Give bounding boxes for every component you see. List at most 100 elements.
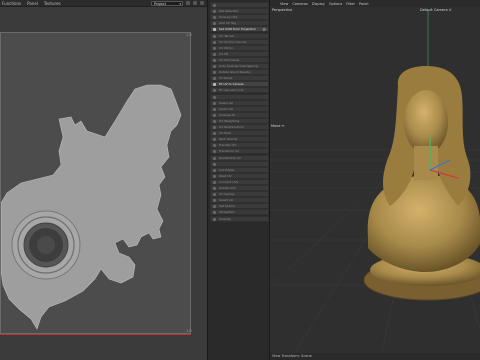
command-label: Transfer UV <box>219 143 237 148</box>
uv-menu-functions[interactable]: Functions <box>2 1 21 6</box>
command-list-item[interactable]: Randomize UV <box>210 154 269 161</box>
command-list-item[interactable]: Unwrap <box>210 215 269 222</box>
uv-mode-select[interactable]: Project ▾ <box>151 1 183 6</box>
command-label: Select All <box>219 100 233 105</box>
command-list-item[interactable]: UV Terrain <box>210 32 269 39</box>
uv-core-center <box>37 236 55 254</box>
command-label: Set UVW from Projection <box>219 27 256 32</box>
command-icon <box>213 46 216 50</box>
command-list-item[interactable] <box>210 93 269 100</box>
command-list-item[interactable]: Unwrap UVs <box>210 14 269 21</box>
command-icon <box>213 193 216 197</box>
vp-menu-display[interactable]: Display <box>312 2 325 6</box>
command-icon <box>213 16 216 20</box>
command-list-item[interactable]: UV Mirror <box>210 44 269 51</box>
viewport[interactable]: View Cameras Display Options Filter Pane… <box>270 0 480 360</box>
command-icon <box>213 156 216 160</box>
bust-face <box>404 90 448 154</box>
command-icon <box>213 150 216 154</box>
command-icon <box>213 107 216 111</box>
command-list-item[interactable]: Transform UV <box>210 148 269 155</box>
command-label: Connect UVs <box>219 179 239 184</box>
command-list-item[interactable] <box>210 2 269 8</box>
command-label: Pack Islands <box>219 137 238 142</box>
uv-menu-panel[interactable]: Panel <box>27 1 38 6</box>
command-list-item[interactable]: Cut Edges <box>210 166 269 173</box>
command-list-item[interactable]: Weld UV <box>210 172 269 179</box>
command-label: Add UV Tag <box>219 21 237 26</box>
command-label: Transform UV <box>219 149 240 154</box>
command-label: Isolate UVs <box>219 186 236 190</box>
command-label: UV Relax <box>219 76 233 81</box>
command-icon <box>213 119 216 123</box>
camera-label[interactable]: Default Camera ⊙ <box>420 8 452 12</box>
uv-canvas[interactable] <box>0 32 191 334</box>
command-list-item[interactable]: Connect UVs <box>210 178 269 185</box>
command-label: UV Re-Transform <box>219 125 244 129</box>
command-icon <box>213 144 216 148</box>
bust-neck <box>414 146 438 180</box>
command-list-item[interactable]: UV Pack <box>210 130 269 137</box>
command-list-item[interactable]: UV Re-Transform <box>210 124 269 130</box>
command-list-item[interactable]: Select All <box>210 99 269 106</box>
command-list-item[interactable]: UV Fill <box>210 50 269 57</box>
command-list-item[interactable]: Invert UV <box>210 105 269 112</box>
command-list-item[interactable]: Unwrap All <box>210 111 269 118</box>
command-list-item[interactable]: UV Weighting <box>210 117 269 124</box>
command-label: UV Normalize <box>219 57 240 62</box>
command-icon <box>213 89 216 93</box>
command-icon <box>213 199 216 203</box>
command-icon <box>213 101 216 105</box>
command-label: Randomize UV <box>219 155 241 160</box>
command-list-item[interactable]: Pack Islands <box>210 136 269 143</box>
viewport-name: Perspective <box>272 8 293 12</box>
command-icon <box>213 132 216 136</box>
command-label: Set Selected <box>219 9 238 14</box>
grid-icon[interactable] <box>193 1 197 5</box>
command-label: Fit Canvas to UV <box>219 88 244 93</box>
command-list-item[interactable]: UV Relax <box>210 75 269 82</box>
command-list-item[interactable]: Isolate UVs <box>210 185 269 191</box>
command-list-item[interactable]: Select All <box>210 197 269 204</box>
command-label: Set Seams <box>219 204 235 209</box>
vp-menu-options[interactable]: Options <box>329 2 343 6</box>
uv-axis-label-bottom: 1.0 <box>186 329 192 333</box>
chevron-down-icon: ▾ <box>179 2 181 6</box>
command-list-item[interactable]: UV Normalize <box>210 56 269 63</box>
move-label: Move ↔ <box>271 124 285 128</box>
uv-island-svg <box>0 84 182 330</box>
command-icon <box>213 10 216 14</box>
command-list-item[interactable]: UV Grid to Canvas <box>210 38 269 45</box>
command-icon <box>213 138 216 142</box>
vp-menu-filter[interactable]: Filter <box>346 2 355 6</box>
viewport-menubar: View Cameras Display Options Filter Pane… <box>270 0 480 7</box>
command-label: UV Mirror <box>219 45 234 50</box>
command-label: UV Grid to Canvas <box>219 39 247 44</box>
command-label: UV Pack <box>219 131 232 136</box>
uv-menu-textures[interactable]: Textures <box>44 1 61 6</box>
command-list-item[interactable]: Fit UV to Canvas <box>210 81 269 88</box>
command-list-item[interactable]: Set Selected <box>210 8 269 15</box>
command-list-item[interactable]: Set Seams <box>210 203 269 210</box>
command-icon <box>213 162 216 166</box>
command-list-item[interactable]: Set UVW from Projection ⚙ <box>210 26 269 33</box>
vp-menu-view[interactable]: View <box>280 2 288 6</box>
command-icon <box>213 187 216 190</box>
link-icon[interactable] <box>186 1 190 5</box>
command-list-item[interactable] <box>210 160 269 167</box>
command-list-item[interactable]: Straighten <box>210 209 269 216</box>
viewport-scene <box>270 10 480 360</box>
vp-menu-cameras[interactable]: Cameras <box>292 2 308 6</box>
command-label: UV Seams <box>219 192 235 197</box>
settings-icon[interactable] <box>200 1 204 5</box>
command-label: Auto Unwrap Overlapping <box>219 64 258 68</box>
command-list-item[interactable]: Auto Unwrap Overlapping <box>210 63 269 69</box>
command-list-item[interactable]: Rotate Island Nearby <box>210 69 269 76</box>
command-icon <box>213 40 216 44</box>
command-list-item[interactable]: Add UV Tag <box>210 20 269 27</box>
command-list-item[interactable]: UV Seams <box>210 191 269 198</box>
uv-axis-label-top: 1.0 <box>186 33 192 37</box>
vp-menu-panel[interactable]: Panel <box>359 2 368 6</box>
command-list-item[interactable]: Transfer UV <box>210 142 269 149</box>
command-list-item[interactable]: Fit Canvas to UV <box>210 87 269 94</box>
